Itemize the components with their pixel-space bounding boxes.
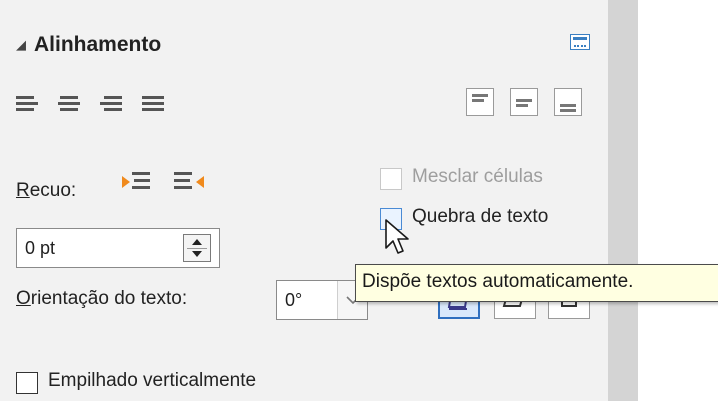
- merge-cells-label: Mesclar células: [412, 166, 543, 187]
- increase-indent-icon[interactable]: [122, 170, 152, 196]
- document-canvas[interactable]: [638, 0, 718, 401]
- align-top-icon[interactable]: [466, 88, 494, 116]
- spin-up-icon[interactable]: [192, 239, 202, 245]
- tooltip: Dispõe textos automaticamente.: [355, 264, 718, 302]
- text-orientation-value: 0°: [285, 290, 303, 310]
- properties-panel: [0, 0, 608, 401]
- align-center-icon[interactable]: [58, 94, 80, 114]
- triangle-down-icon: ◢: [16, 37, 26, 52]
- mouse-cursor-icon: [385, 219, 409, 254]
- stacked-vertically-label: Empilhado verticalmente: [48, 370, 257, 391]
- decrease-indent-icon[interactable]: [174, 170, 204, 196]
- align-justify-icon[interactable]: [142, 94, 164, 114]
- spin-down-icon[interactable]: [192, 251, 202, 257]
- more-options-icon[interactable]: [570, 34, 590, 50]
- align-middle-icon[interactable]: [510, 88, 538, 116]
- text-orientation-label: Orientação do texto:: [16, 288, 188, 309]
- panel-scroll-strip[interactable]: [608, 0, 638, 401]
- wrap-text-label: Quebra de texto: [412, 206, 549, 227]
- align-bottom-icon[interactable]: [554, 88, 582, 116]
- indent-label: Recuo:: [16, 180, 77, 201]
- align-right-icon[interactable]: [100, 94, 122, 114]
- indent-spin-field[interactable]: 0 pt: [16, 228, 220, 268]
- stacked-vertically-checkbox[interactable]: [16, 372, 38, 394]
- align-left-icon[interactable]: [16, 94, 38, 114]
- tooltip-text: Dispõe textos automaticamente.: [362, 271, 634, 292]
- indent-spin-buttons[interactable]: [183, 234, 211, 262]
- indent-value[interactable]: 0 pt: [25, 238, 55, 259]
- merge-cells-checkbox[interactable]: [380, 168, 402, 190]
- section-title: Alinhamento: [34, 33, 162, 56]
- section-header-alignment[interactable]: ◢ Alinhamento: [16, 30, 161, 60]
